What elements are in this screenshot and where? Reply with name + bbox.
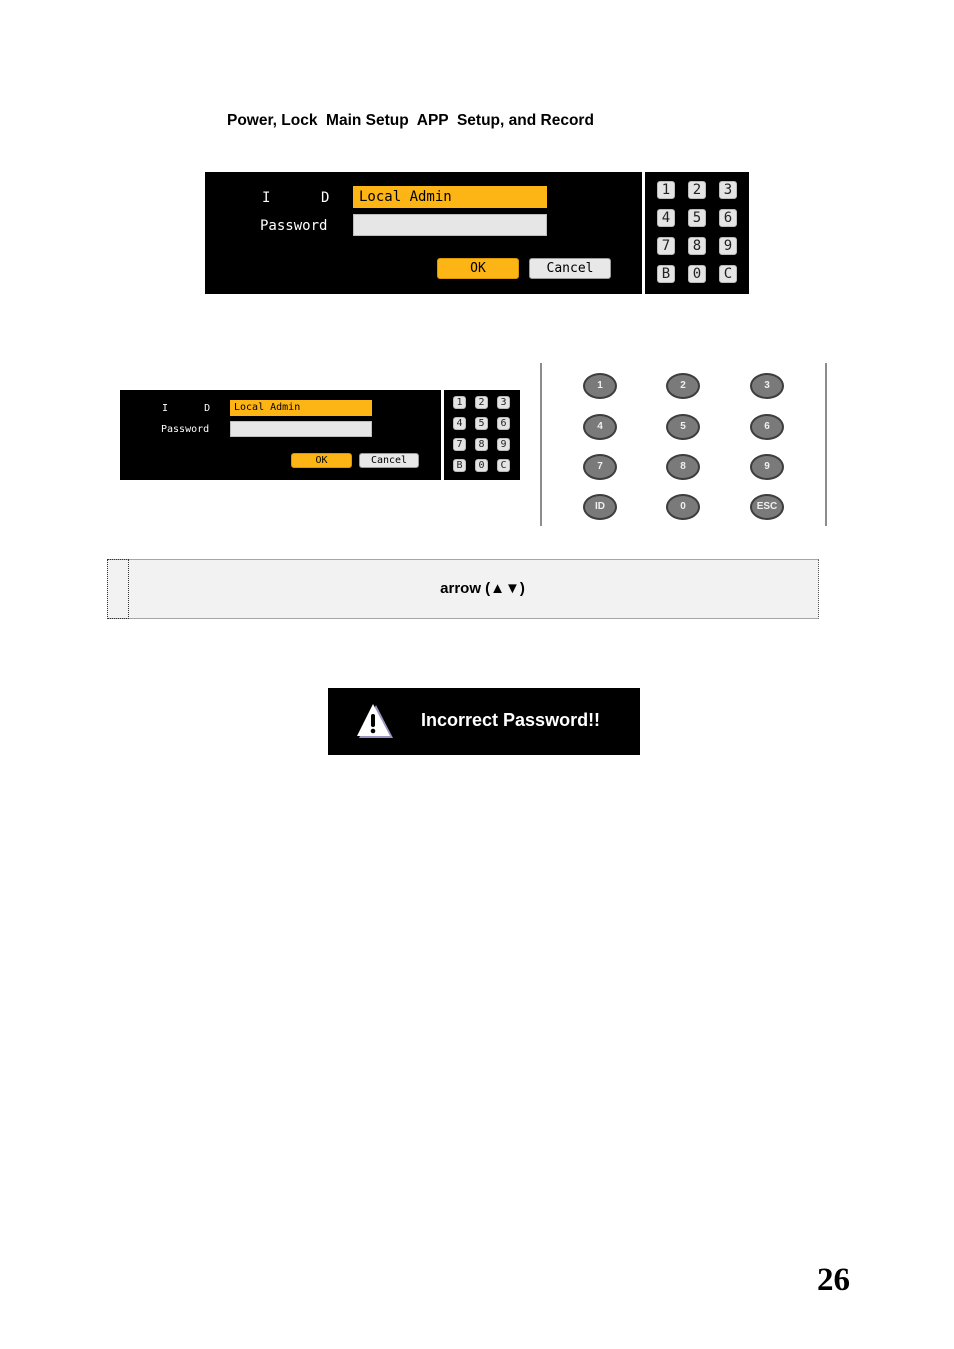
keypad-key[interactable]: 5 — [688, 209, 706, 227]
remote-key[interactable]: 9 — [750, 454, 784, 480]
keypad-key[interactable]: 1 — [453, 396, 466, 409]
section-heading: Power, Lock Main Setup APP Setup, and Re… — [227, 112, 594, 129]
keypad-key[interactable]: 6 — [497, 417, 510, 430]
keypad-clear-key[interactable]: C — [497, 459, 510, 472]
incorrect-password-alert: Incorrect Password!! — [328, 688, 640, 755]
note-box: arrow (▲▼) — [107, 559, 819, 619]
keypad-key[interactable]: 2 — [688, 181, 706, 199]
keypad-key[interactable]: 2 — [475, 396, 488, 409]
remote-key[interactable]: 6 — [750, 414, 784, 440]
keypad-backspace-key[interactable]: B — [657, 265, 675, 283]
remote-key[interactable]: 5 — [666, 414, 700, 440]
password-field[interactable] — [230, 421, 372, 437]
remote-key[interactable]: 0 — [666, 494, 700, 520]
keypad-key[interactable]: 8 — [475, 438, 488, 451]
password-label: Password — [161, 424, 210, 435]
ok-button[interactable]: OK — [291, 453, 352, 468]
keypad-key[interactable]: 4 — [453, 417, 466, 430]
keypad-key[interactable]: 3 — [497, 396, 510, 409]
ok-button[interactable]: OK — [437, 258, 519, 279]
login-dialog-large: I D Password Local Admin OK Cancel — [205, 172, 642, 294]
keypad-key[interactable]: 9 — [497, 438, 510, 451]
id-label: I D — [262, 190, 330, 206]
remote-id-key[interactable]: ID — [583, 494, 617, 520]
keypad-key[interactable]: 4 — [657, 209, 675, 227]
keypad-key[interactable]: 7 — [453, 438, 466, 451]
id-field[interactable]: Local Admin — [230, 400, 372, 416]
alert-message: Incorrect Password!! — [421, 710, 601, 730]
note-tab — [107, 559, 129, 619]
warning-icon — [357, 704, 393, 738]
remote-keypad: 1 2 3 4 5 6 7 8 9 ID 0 ESC — [540, 363, 827, 526]
cancel-button[interactable]: Cancel — [529, 258, 611, 279]
keypad-key[interactable]: 3 — [719, 181, 737, 199]
onscreen-keypad-small: 1 2 3 4 5 6 7 8 9 B 0 C — [444, 390, 520, 480]
keypad-key[interactable]: 9 — [719, 237, 737, 255]
page-number: 26 — [817, 1262, 850, 1298]
id-field[interactable]: Local Admin — [353, 186, 547, 208]
password-label: Password — [260, 218, 328, 234]
remote-key[interactable]: 4 — [583, 414, 617, 440]
onscreen-keypad-large: 1 2 3 4 5 6 7 8 9 B 0 C — [645, 172, 749, 294]
id-label: I D — [162, 403, 211, 414]
keypad-backspace-key[interactable]: B — [453, 459, 466, 472]
remote-esc-key[interactable]: ESC — [750, 494, 784, 520]
keypad-key[interactable]: 5 — [475, 417, 488, 430]
remote-key[interactable]: 2 — [666, 373, 700, 399]
login-dialog-small: I D Password Local Admin OK Cancel — [120, 390, 441, 480]
keypad-key[interactable]: 0 — [475, 459, 488, 472]
keypad-key[interactable]: 6 — [719, 209, 737, 227]
remote-key[interactable]: 7 — [583, 454, 617, 480]
keypad-key[interactable]: 8 — [688, 237, 706, 255]
remote-key[interactable]: 3 — [750, 373, 784, 399]
note-text: arrow (▲▼) — [440, 580, 525, 597]
remote-key[interactable]: 8 — [666, 454, 700, 480]
keypad-key[interactable]: 1 — [657, 181, 675, 199]
keypad-clear-key[interactable]: C — [719, 265, 737, 283]
cancel-button[interactable]: Cancel — [359, 453, 419, 468]
keypad-key[interactable]: 0 — [688, 265, 706, 283]
password-field[interactable] — [353, 214, 547, 236]
remote-key[interactable]: 1 — [583, 373, 617, 399]
keypad-key[interactable]: 7 — [657, 237, 675, 255]
